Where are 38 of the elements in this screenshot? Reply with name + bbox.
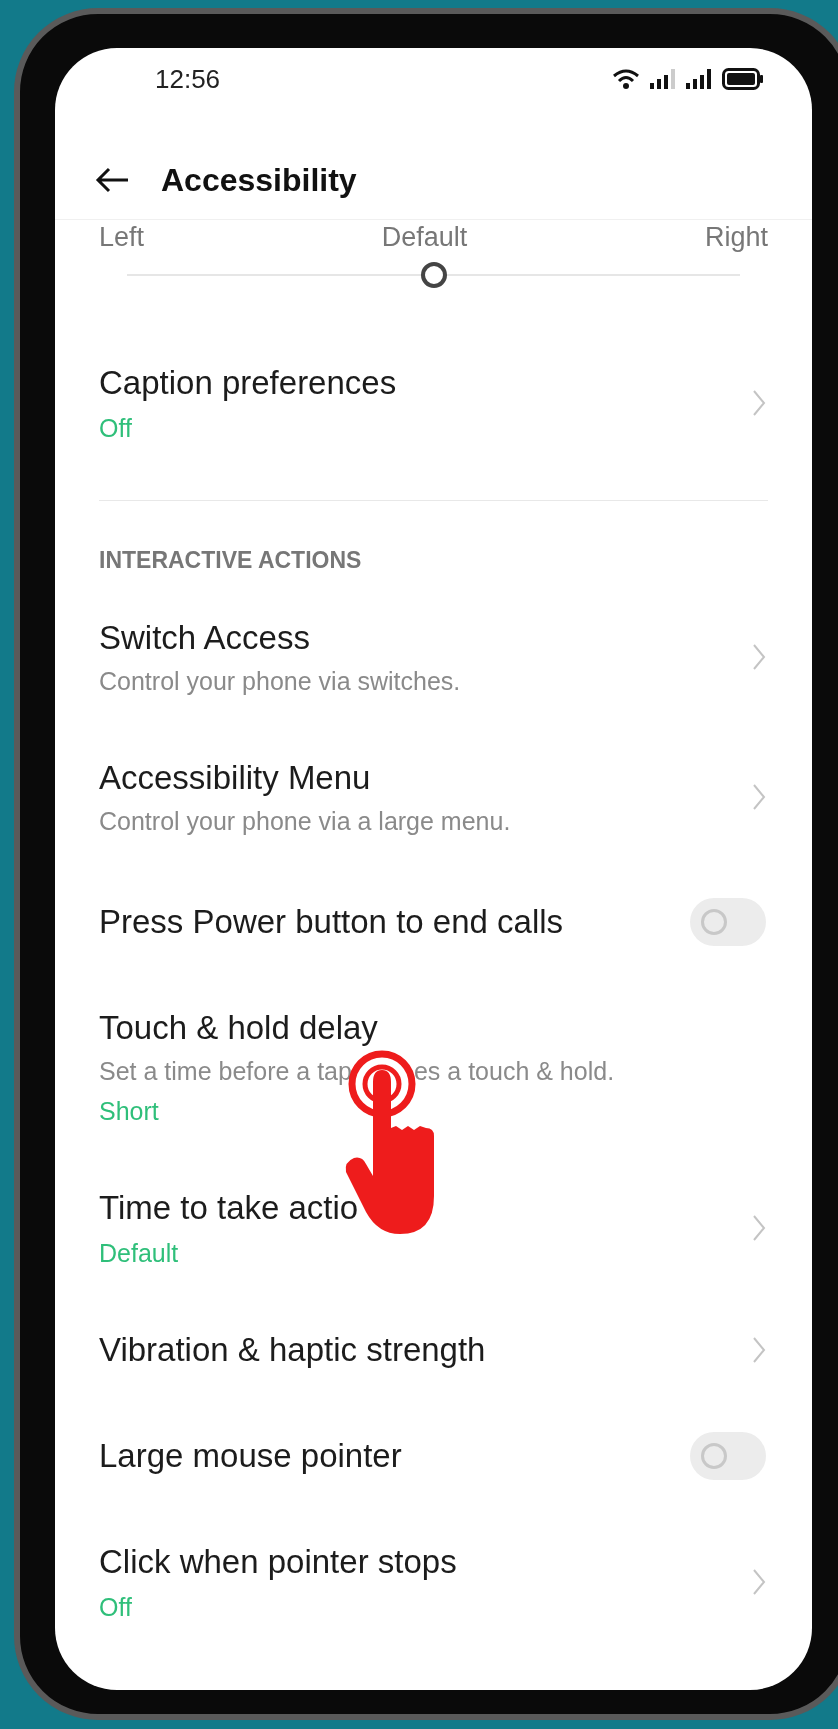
slider-label: Default: [381, 221, 468, 254]
signal-icon: [686, 69, 712, 89]
signal-icon: [650, 69, 676, 89]
row-title: Click when pointer stops: [99, 1541, 457, 1582]
chevron-right-icon: [752, 1213, 766, 1242]
status-time: 12:56: [155, 62, 221, 96]
row-title: Touch & hold delay: [99, 1007, 379, 1048]
row-description: Control your phone via a large menu.: [99, 805, 511, 836]
row-value: Default: [99, 1237, 180, 1268]
row-value: Short: [99, 1095, 160, 1126]
wifi-icon: [612, 68, 640, 90]
back-arrow-icon[interactable]: [95, 166, 129, 193]
page-title: Accessibility: [161, 160, 357, 200]
row-title: Caption preferences: [99, 363, 397, 403]
slider-track[interactable]: [127, 262, 740, 288]
chevron-right-icon: [752, 1567, 766, 1596]
row-description: Set a time before a tap: [99, 1055, 352, 1086]
row-description: es a touch & hold.: [413, 1055, 615, 1086]
chevron-right-icon: [752, 1335, 766, 1364]
slider-label: Right: [704, 221, 768, 254]
toggle-switch[interactable]: [690, 897, 766, 946]
chevron-right-icon: [752, 782, 766, 811]
chevron-right-icon: [752, 642, 766, 671]
row-description: Control your phone via switches.: [99, 665, 461, 696]
row-title: Time to take actio: [99, 1187, 359, 1228]
row-title: Press Power button to end calls: [99, 901, 564, 942]
row-value: Off: [99, 413, 133, 443]
row-title: Large mouse pointer: [99, 1435, 402, 1476]
toggle-switch[interactable]: [690, 1431, 766, 1480]
section-header: INTERACTIVE ACTIONS: [99, 547, 362, 573]
row-title: Switch Access: [99, 617, 311, 658]
row-title: Accessibility Menu: [99, 757, 372, 798]
battery-icon: [722, 68, 764, 90]
chevron-right-icon: [752, 389, 766, 417]
row-value: Off: [99, 1591, 133, 1622]
slider-thumb[interactable]: [420, 262, 447, 288]
row-title: Vibration & haptic strength: [99, 1329, 486, 1370]
slider-label: Left: [99, 221, 145, 254]
